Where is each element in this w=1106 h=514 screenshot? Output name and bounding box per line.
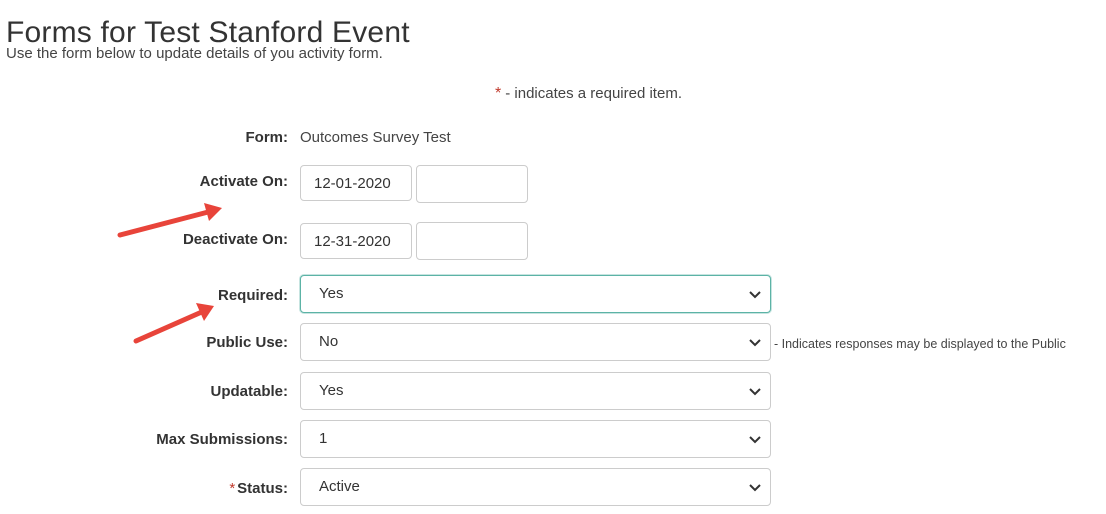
page-subtitle: Use the form below to update details of … <box>6 45 383 62</box>
status-required-star: * <box>229 480 236 497</box>
chevron-down-icon <box>749 484 761 492</box>
red-arrow-annotation <box>117 203 222 238</box>
required-label: Required: <box>217 287 288 304</box>
form-name-value: Outcomes Survey Test <box>300 129 451 146</box>
status-select[interactable]: Active <box>300 468 771 506</box>
updatable-select[interactable]: Yes <box>300 372 771 410</box>
activate-time-input[interactable] <box>416 165 528 203</box>
required-select[interactable]: Yes <box>300 275 771 313</box>
activate-on-label: Activate On: <box>199 173 288 190</box>
public-use-select[interactable]: No <box>300 323 771 361</box>
updatable-label: Updatable: <box>210 383 288 400</box>
max-submissions-select-value: 1 <box>319 430 328 447</box>
chevron-down-icon <box>749 339 761 347</box>
red-arrow-annotation <box>133 303 214 344</box>
chevron-down-icon <box>749 388 761 396</box>
updatable-select-value: Yes <box>319 382 344 399</box>
status-select-value: Active <box>319 478 360 495</box>
activate-date-input[interactable] <box>300 165 412 201</box>
max-submissions-label: Max Submissions: <box>156 431 288 448</box>
status-label-text: Status: <box>237 480 288 497</box>
chevron-down-icon <box>749 436 761 444</box>
public-use-select-value: No <box>319 333 339 350</box>
deactivate-date-input[interactable] <box>300 223 412 259</box>
required-legend-text: - indicates a required item. <box>505 85 682 102</box>
max-submissions-select[interactable]: 1 <box>300 420 771 458</box>
deactivate-time-input[interactable] <box>416 222 528 260</box>
required-legend: * - indicates a required item. <box>495 85 682 103</box>
public-use-hint: - Indicates responses may be displayed t… <box>774 337 1066 351</box>
form-label: Form: <box>245 129 289 146</box>
status-label: * Status: <box>229 480 288 497</box>
required-star: * <box>495 85 502 102</box>
required-select-value: Yes <box>319 285 344 302</box>
chevron-down-icon <box>749 291 761 299</box>
